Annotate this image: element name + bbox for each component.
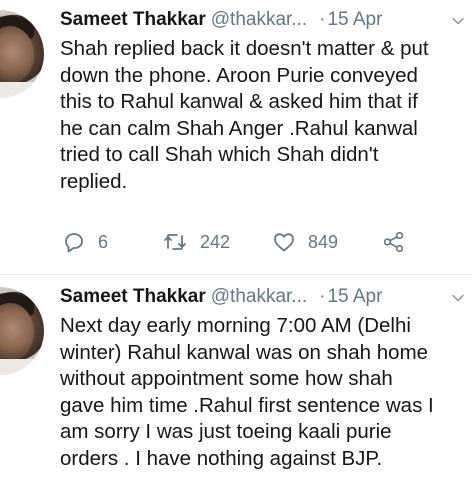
- tweet-header: Sameet Thakkar @thakkar... · 15 Apr: [60, 285, 382, 309]
- retweet-icon: [162, 230, 188, 254]
- tweet-time[interactable]: 15 Apr: [327, 286, 382, 307]
- tweet-text: Next day early morning 7:00 AM (Delhi wi…: [60, 314, 434, 470]
- reply-button[interactable]: 6: [62, 228, 108, 256]
- avatar[interactable]: [0, 10, 44, 98]
- retweet-count: 242: [200, 231, 231, 252]
- like-button[interactable]: 849: [272, 228, 338, 256]
- author-handle[interactable]: @thakkar...: [211, 286, 307, 307]
- author-name[interactable]: Sameet Thakkar: [60, 9, 206, 30]
- reply-icon: [62, 230, 86, 254]
- tweet-header: Sameet Thakkar @thakkar... · 15 Apr: [60, 8, 382, 32]
- share-button[interactable]: [382, 228, 406, 256]
- tweet-time[interactable]: 15 Apr: [327, 9, 382, 30]
- chevron-down-icon[interactable]: [452, 291, 464, 303]
- separator-dot: ·: [319, 286, 326, 307]
- author-name[interactable]: Sameet Thakkar: [60, 286, 206, 307]
- author-handle[interactable]: @thakkar...: [211, 9, 307, 30]
- like-count: 849: [308, 231, 339, 252]
- tweet-text: Shah replied back it doesn't matter & pu…: [60, 37, 429, 193]
- tweet[interactable]: Sameet Thakkar @thakkar... · 15 Apr Next da…: [0, 275, 472, 500]
- reply-count: 6: [98, 231, 109, 252]
- retweet-button[interactable]: 242: [162, 228, 230, 256]
- tweet-actions: 6 242 849: [62, 228, 422, 256]
- avatar[interactable]: [0, 287, 44, 375]
- tweet[interactable]: Sameet Thakkar @thakkar... · 15 Apr Shah re…: [0, 0, 472, 275]
- separator-dot: ·: [319, 9, 326, 30]
- chevron-down-icon[interactable]: [452, 14, 464, 26]
- share-icon: [382, 230, 406, 254]
- heart-icon: [272, 230, 296, 254]
